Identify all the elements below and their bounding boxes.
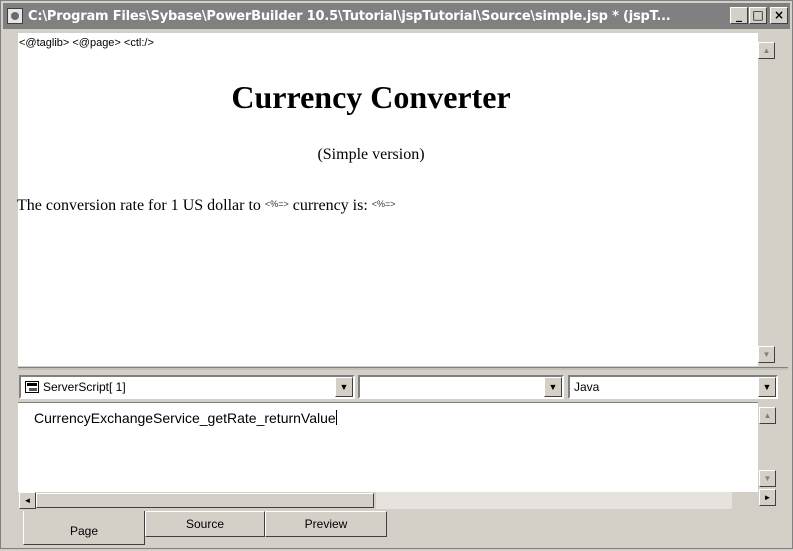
pane-splitter[interactable] [18, 367, 788, 370]
chevron-down-icon[interactable]: ▼ [335, 377, 353, 397]
text-caret [335, 410, 337, 425]
object-select-text: ServerScript[ 1] [43, 380, 126, 394]
rate-sentence[interactable]: The conversion rate for 1 US dollar to <… [17, 197, 396, 215]
scroll-down-icon[interactable]: ▼ [759, 470, 776, 487]
design-vertical-scrollbar[interactable]: ▲ ▼ [758, 33, 785, 369]
script-code: CurrencyExchangeService_getRate_returnVa… [34, 410, 336, 426]
expression-marker-1[interactable]: <%=> [265, 199, 289, 209]
language-select[interactable]: Java ▼ [568, 375, 778, 399]
horizontal-scroll-track[interactable] [376, 492, 732, 509]
minimize-button[interactable]: _ [730, 7, 748, 24]
horizontal-scroll-thumb[interactable] [36, 493, 374, 508]
maximize-button[interactable]: □ [749, 7, 767, 24]
window-controls: _ □ × [729, 7, 788, 24]
scroll-left-icon[interactable]: ◄ [19, 492, 36, 509]
script-vertical-scrollbar[interactable]: ▲ ▼ ► [759, 402, 785, 509]
object-select[interactable]: ServerScript[ 1] ▼ [19, 375, 355, 399]
scroll-down-icon[interactable]: ▼ [758, 346, 775, 363]
chevron-down-icon[interactable]: ▼ [758, 377, 776, 397]
object-select-value: ServerScript[ 1] [25, 380, 126, 394]
rate-middle-text: currency is: [292, 197, 368, 214]
window-title: C:\Program Files\Sybase\PowerBuilder 10.… [28, 8, 671, 24]
language-select-value: Java [574, 380, 600, 394]
scroll-up-icon[interactable]: ▲ [758, 42, 775, 59]
tab-preview[interactable]: Preview [265, 511, 387, 537]
title-bar[interactable]: C:\Program Files\Sybase\PowerBuilder 10.… [3, 3, 790, 29]
event-select[interactable]: ▼ [358, 375, 564, 399]
script-editor-text[interactable]: CurrencyExchangeService_getRate_returnVa… [34, 410, 337, 426]
close-button[interactable]: × [770, 7, 788, 24]
rate-prefix-text: The conversion rate for 1 US dollar to [17, 197, 261, 214]
expression-marker-2[interactable]: <%=> [372, 199, 396, 209]
page-subtitle[interactable]: (Simple version) [1, 146, 741, 164]
app-icon[interactable] [7, 8, 23, 24]
tab-page[interactable]: Page [23, 511, 145, 545]
scroll-right-icon[interactable]: ► [759, 489, 776, 506]
chevron-down-icon[interactable]: ▼ [544, 377, 562, 397]
editor-window: C:\Program Files\Sybase\PowerBuilder 10.… [0, 0, 793, 549]
server-script-icon [25, 381, 39, 393]
page-heading[interactable]: Currency Converter [1, 79, 741, 116]
jsp-tag-markers[interactable]: <@taglib> <@page> <ctl:/> [19, 37, 154, 49]
scroll-up-icon[interactable]: ▲ [759, 407, 776, 424]
tab-source[interactable]: Source [145, 511, 265, 537]
view-tabs: Page Source Preview [18, 511, 788, 545]
